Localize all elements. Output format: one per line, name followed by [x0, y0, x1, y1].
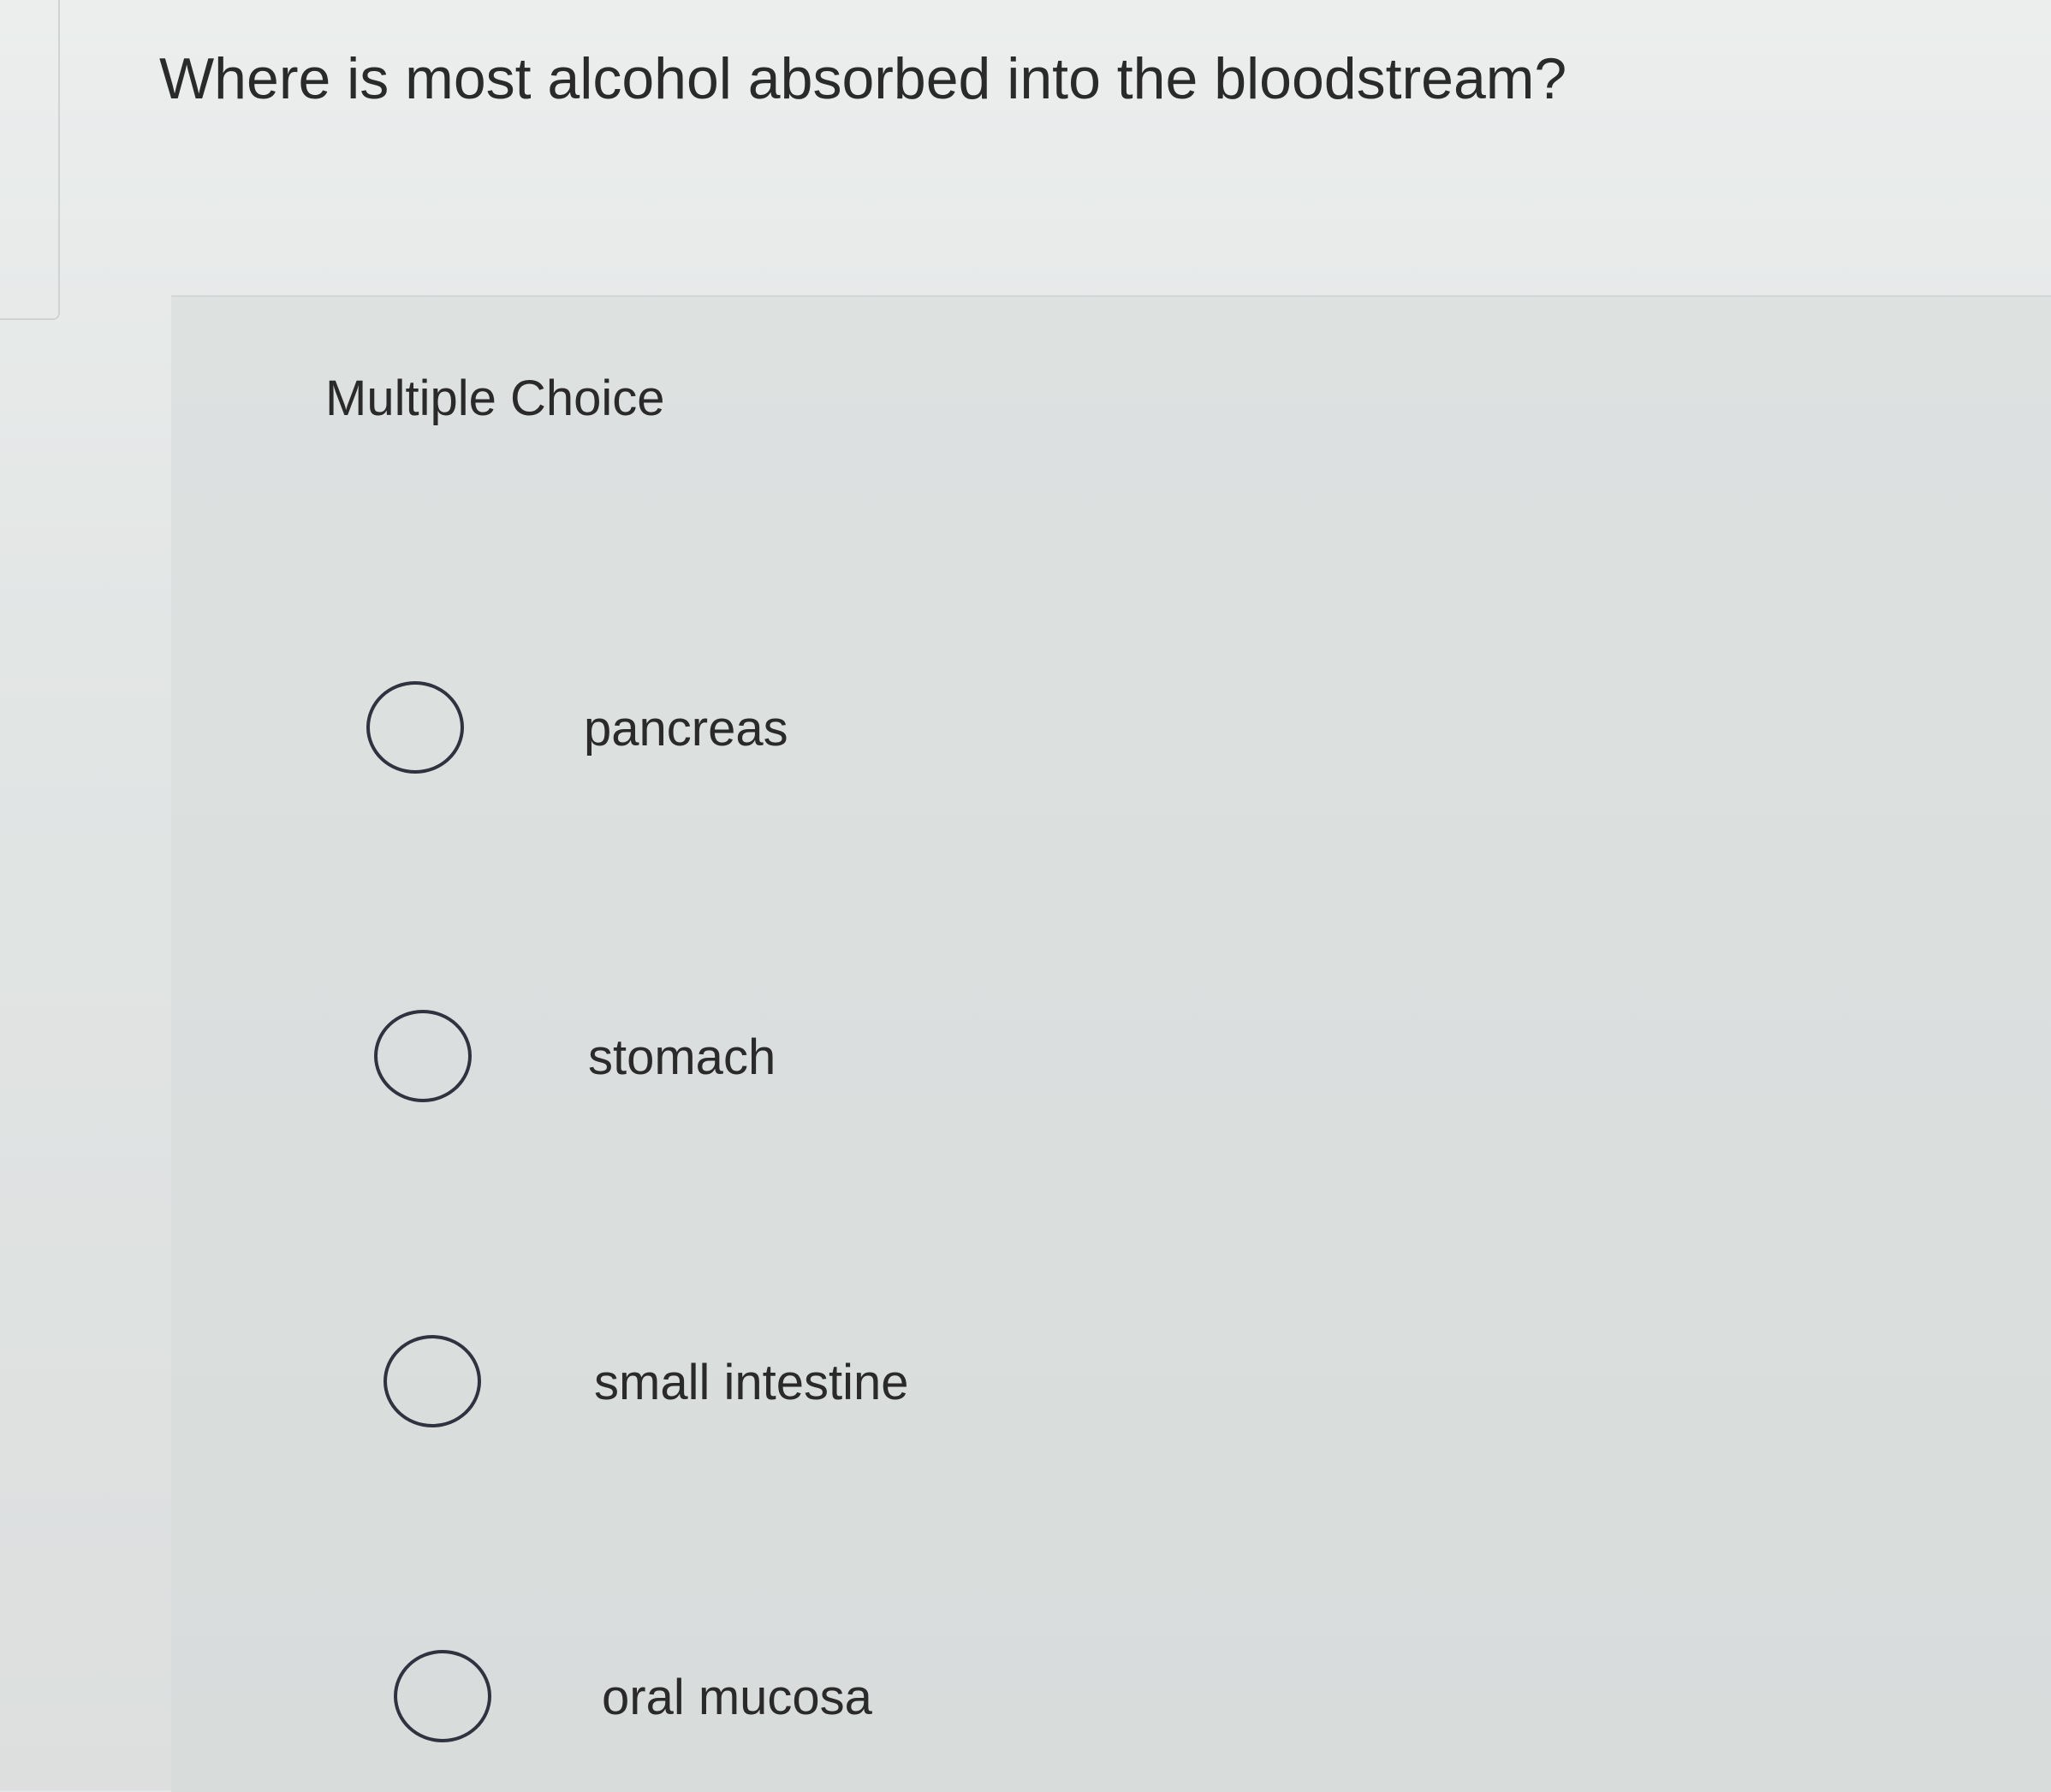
radio-button-icon[interactable] — [383, 1335, 481, 1427]
question-type-label: Multiple Choice — [325, 371, 665, 426]
choice-option-pancreas[interactable]: pancreas — [366, 681, 846, 792]
question-area: Where is most alcohol absorbed into the … — [0, 0, 2051, 317]
choice-label[interactable]: pancreas — [584, 697, 788, 762]
choice-option-small-intestine[interactable]: small intestine — [383, 1335, 931, 1446]
quiz-page: Where is most alcohol absorbed into the … — [0, 0, 2051, 1792]
choice-label[interactable]: small intestine — [594, 1350, 908, 1415]
choice-option-stomach[interactable]: stomach — [374, 1010, 853, 1121]
radio-button-icon[interactable] — [394, 1650, 491, 1742]
choice-label[interactable]: oral mucosa — [602, 1665, 872, 1730]
choice-label[interactable]: stomach — [588, 1025, 776, 1090]
choice-option-oral-mucosa[interactable]: oral mucosa — [394, 1650, 907, 1761]
question-text: Where is most alcohol absorbed into the … — [159, 46, 1567, 111]
radio-button-icon[interactable] — [366, 681, 464, 774]
radio-button-icon[interactable] — [374, 1010, 472, 1102]
